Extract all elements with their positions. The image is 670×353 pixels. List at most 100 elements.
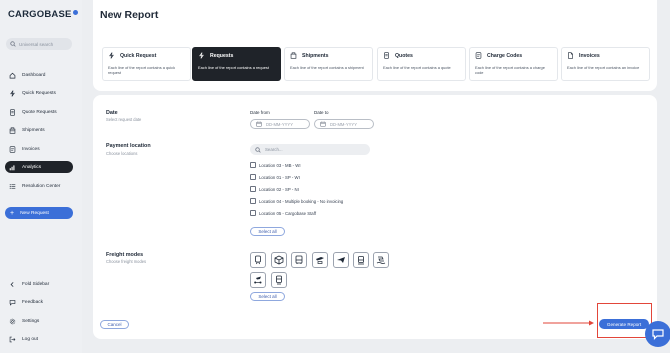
sidebar-item-shipments[interactable]: Shipments	[5, 124, 73, 136]
quote-icon	[384, 52, 389, 59]
bolt-icon	[199, 52, 204, 59]
sidebar-item-analytics[interactable]: Analytics	[5, 161, 73, 173]
report-type-shipments[interactable]: Shipments Each line of the report contai…	[284, 47, 373, 81]
logo-dot	[72, 10, 78, 15]
report-type-description: Each line of the report contains a shipm…	[290, 65, 364, 70]
plane-truck-icon	[316, 257, 324, 264]
report-type-charge-codes[interactable]: Charge Codes Each line of the report con…	[469, 47, 558, 81]
location-option[interactable]: Location 05 - Cargobase Staff	[250, 210, 316, 216]
freight-mode-box[interactable]	[271, 252, 287, 268]
bolt-icon	[10, 89, 15, 97]
freight-mode-truck[interactable]	[353, 252, 369, 268]
report-type-label: Invoices	[579, 52, 600, 59]
report-type-quotes[interactable]: Quotes Each line of the report contains …	[377, 47, 466, 81]
report-type-quick-request[interactable]: Quick Request Each line of the report co…	[102, 47, 191, 81]
date-to-placeholder: DD-MM-YYYY	[330, 121, 357, 127]
logo-text: CARGOBASE	[8, 9, 72, 20]
settings-button[interactable]: Settings	[5, 315, 73, 327]
sidebar-item-label: Quote Requests	[22, 109, 57, 115]
sidebar-item-quick-requests[interactable]: Quick Requests	[5, 87, 73, 99]
report-type-description: Each line of the report contains a quote	[383, 65, 451, 70]
location-option[interactable]: Location 03 - MB - WI	[250, 162, 301, 168]
report-type-requests[interactable]: Requests Each line of the report contain…	[192, 47, 281, 81]
freight-mode-flight-connect[interactable]	[250, 272, 266, 288]
document-icon	[568, 52, 573, 59]
report-header: New Report Quick Request Each line of th…	[93, 0, 657, 91]
freight-mode-plane-truck[interactable]	[312, 252, 328, 268]
date-from-field[interactable]: DD-MM-YYYY	[250, 119, 310, 129]
support-chat-button[interactable]	[645, 321, 670, 347]
report-type-description: Each line of the report contains a quick…	[108, 65, 176, 75]
cancel-button[interactable]: Cancel	[100, 320, 129, 329]
sidebar-item-label: Analytics	[22, 164, 42, 170]
search-placeholder: Universal search	[19, 41, 54, 47]
date-section-title: Date	[106, 110, 118, 116]
arrow-indicator	[543, 320, 594, 326]
universal-search-input[interactable]: Universal search	[6, 38, 72, 50]
sidebar: CARGOBASE Universal search Dashboard Qui…	[0, 0, 82, 353]
sidebar-item-label: Invoices	[22, 146, 40, 152]
flight-connect-icon	[254, 276, 262, 284]
date-from-placeholder: DD-MM-YYYY	[266, 121, 293, 127]
location-option[interactable]: Location 04 - Multiple booking - No invo…	[250, 198, 343, 204]
report-type-invoices[interactable]: Invoices Each line of the report contain…	[561, 47, 650, 81]
feedback-button[interactable]: Feedback	[5, 296, 73, 308]
fold-sidebar-button[interactable]: Fold Sidebar	[5, 278, 73, 290]
freight-modes-subtitle: Choose freight modes	[106, 259, 147, 264]
location-search-input[interactable]: Search...	[250, 144, 370, 155]
logo[interactable]: CARGOBASE	[8, 9, 78, 20]
sidebar-item-invoices[interactable]: Invoices	[5, 143, 73, 155]
checkbox[interactable]	[250, 174, 256, 180]
rail-icon	[276, 275, 282, 285]
sidebar-item-label: Quick Requests	[22, 90, 56, 96]
date-section-subtitle: Select request date	[106, 117, 142, 122]
date-to-field[interactable]: DD-MM-YYYY	[314, 119, 374, 129]
report-type-label: Charge Codes	[487, 52, 523, 59]
report-type-label: Shipments	[302, 52, 329, 59]
location-label: Location 04 - Multiple booking - No invo…	[259, 198, 344, 204]
logout-button[interactable]: Log out	[5, 333, 73, 345]
home-icon	[9, 72, 16, 79]
location-label: Location 02 - SP - NI	[259, 186, 299, 192]
report-type-description: Each line of the report contains a reque…	[198, 65, 269, 70]
report-type-label: Quick Request	[120, 52, 157, 59]
location-search-placeholder: Search...	[265, 147, 283, 152]
gear-icon	[9, 318, 16, 324]
report-type-description: Each line of the report contains a charg…	[475, 65, 545, 75]
freight-mode-rail[interactable]	[271, 272, 287, 288]
invoice-icon	[475, 52, 482, 59]
location-option[interactable]: Location 01 - SP - WI	[250, 174, 300, 180]
freight-mode-plane[interactable]	[333, 252, 349, 268]
logout-icon	[9, 336, 16, 342]
package-icon	[290, 52, 297, 59]
search-icon	[255, 146, 261, 153]
freight-mode-ship[interactable]	[373, 252, 389, 268]
select-all-locations-button[interactable]: Select all	[250, 227, 285, 236]
report-form: Date Select request date Date from Date …	[93, 95, 657, 339]
freight-mode-bus[interactable]	[291, 252, 307, 268]
checkbox[interactable]	[250, 186, 256, 192]
date-to-label: Date to	[314, 110, 329, 115]
chat-icon	[9, 299, 16, 306]
sidebar-item-label: Shipments	[22, 127, 45, 133]
checkbox[interactable]	[250, 210, 256, 216]
search-icon	[10, 41, 16, 47]
checkbox[interactable]	[250, 198, 256, 204]
select-all-modes-button[interactable]: Select all	[250, 292, 285, 301]
new-request-button[interactable]: + New Request	[5, 207, 73, 219]
package-icon	[9, 127, 16, 134]
sidebar-item-resolution-center[interactable]: Resolution Center	[5, 180, 73, 192]
report-type-label: Quotes	[395, 52, 413, 59]
location-option[interactable]: Location 02 - SP - NI	[250, 186, 299, 192]
location-label: Location 03 - MB - WI	[259, 162, 301, 168]
sidebar-item-quote-requests[interactable]: Quote Requests	[5, 106, 73, 118]
report-type-label: Requests	[210, 52, 234, 59]
sidebar-item-label: Resolution Center	[22, 183, 61, 189]
sidebar-item-label: Log out	[22, 336, 39, 342]
sidebar-item-dashboard[interactable]: Dashboard	[5, 69, 73, 81]
freight-mode-train[interactable]	[250, 252, 266, 268]
checkbox[interactable]	[250, 162, 256, 168]
location-label: Location 01 - SP - WI	[259, 174, 300, 180]
plus-icon: +	[10, 209, 15, 217]
sidebar-item-label: Dashboard	[22, 72, 46, 78]
